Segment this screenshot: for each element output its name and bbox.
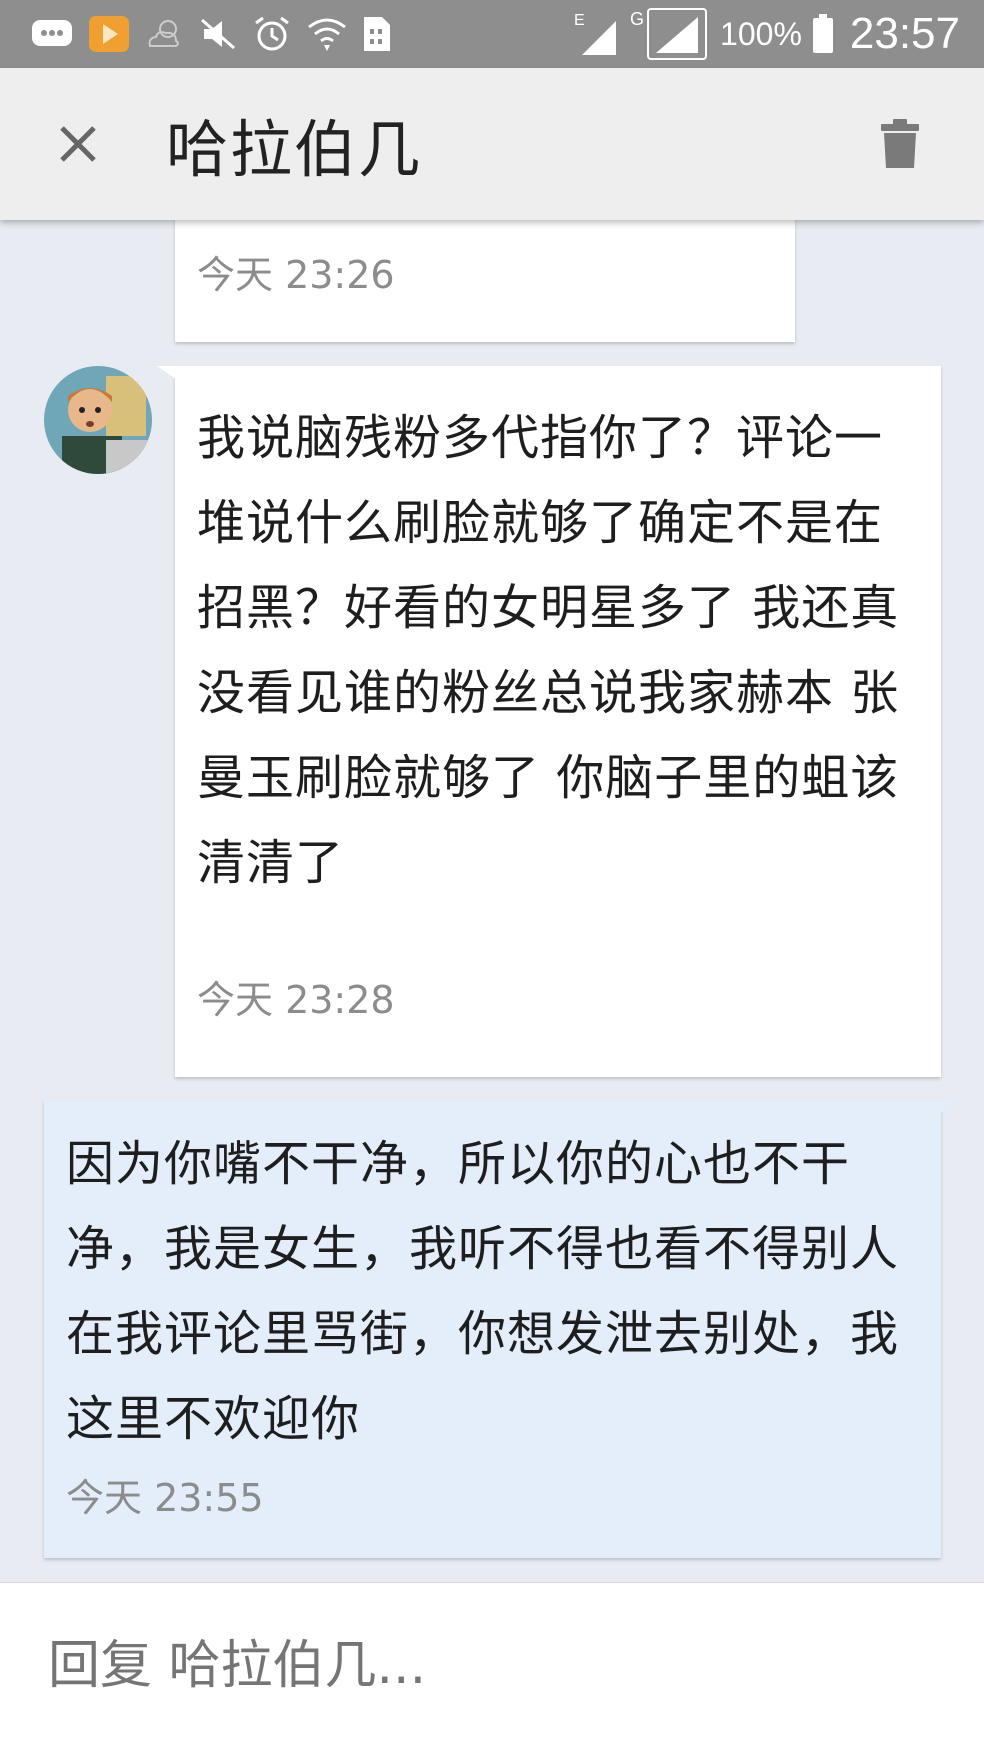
delete-button[interactable]	[860, 104, 940, 184]
message-bubble-received[interactable]: 今天 23:26	[175, 220, 795, 342]
message-time: 今天 23:55	[66, 1476, 264, 1520]
message-time: 今天 23:28	[197, 978, 395, 1022]
message-bubble-sent[interactable]: 因为你嘴不干净，所以你的心也不干净，我是女生，我听不得也看不得别人在我评论里骂街…	[44, 1100, 959, 1558]
weather-icon	[144, 16, 184, 52]
bubble-tail	[939, 1100, 959, 1114]
page-title: 哈拉伯几	[166, 113, 423, 186]
network-e-label: E	[574, 12, 585, 29]
reply-input[interactable]	[46, 1635, 926, 1697]
close-button[interactable]	[38, 104, 118, 184]
status-bar: E G 100% 23:57	[0, 0, 984, 68]
reply-bar	[0, 1582, 984, 1749]
close-icon	[60, 126, 96, 162]
avatar[interactable]	[44, 366, 152, 474]
sim-icon	[362, 15, 392, 53]
status-time: 23:57	[849, 9, 960, 58]
trash-icon	[881, 119, 919, 168]
signal-e-icon: E	[570, 11, 620, 57]
battery-icon	[812, 14, 834, 54]
wifi-icon	[306, 15, 348, 53]
message-text: 我说脑残粉多代指你了？评论一堆说什么刷脸就够了确定不是在招黑？好看的女明星多了 …	[197, 410, 900, 891]
messages-icon	[30, 16, 74, 52]
media-player-icon	[88, 15, 130, 53]
message-time: 今天 23:26	[197, 253, 395, 297]
message-text: 因为你嘴不干净，所以你的心也不干净，我是女生，我听不得也看不得别人在我评论里骂街…	[66, 1136, 900, 1447]
mute-icon	[198, 16, 238, 52]
conversation-header: 哈拉伯几	[0, 68, 984, 220]
signal-g-icon: G	[630, 7, 710, 61]
bubble-tail	[157, 366, 177, 380]
message-list[interactable]: 今天 23:26 我说脑残粉多代指你了？评论一堆说什么刷脸就够了确定不是在招黑？…	[0, 220, 984, 1582]
alarm-icon	[252, 15, 292, 53]
network-g-label: G	[630, 9, 644, 29]
battery-percent: 100%	[720, 15, 802, 52]
message-bubble-received[interactable]: 我说脑残粉多代指你了？评论一堆说什么刷脸就够了确定不是在招黑？好看的女明星多了 …	[157, 366, 941, 1077]
